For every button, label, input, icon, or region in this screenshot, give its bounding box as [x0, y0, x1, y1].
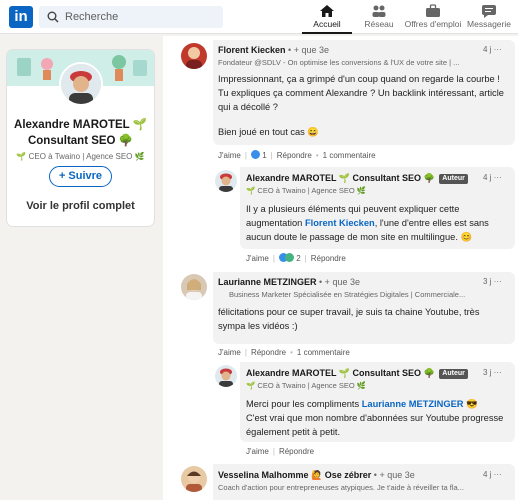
reply-comment: Alexandre MAROTEL 🌱 Consultant SEO 🌳 Aut… — [163, 164, 518, 269]
profile-avatar[interactable] — [59, 62, 103, 106]
profile-headline: 🌱 CEO à Twaino | Agence SEO 🌿 — [16, 152, 145, 161]
network-icon — [372, 5, 386, 17]
linkedin-logo[interactable]: in — [9, 6, 33, 28]
replies-count[interactable]: 1 commentaire — [297, 348, 350, 357]
comment-text-2: Bien joué en tout cas 😄 — [218, 127, 319, 137]
author-avatar[interactable] — [215, 170, 237, 192]
follow-button[interactable]: + Suivre — [49, 166, 112, 187]
comment-actions: J'aime | 2 | Répondre — [246, 253, 346, 263]
reply-button[interactable]: Répondre — [277, 151, 312, 160]
commenter-name[interactable]: Alexandre MAROTEL 🌱 Consultant SEO 🌳 Aut… — [246, 173, 468, 184]
time-text: 4 j — [483, 45, 492, 54]
author-badge: Auteur — [439, 174, 468, 184]
search-input[interactable]: Recherche — [39, 6, 223, 28]
comment-time: 4 j ··· — [483, 470, 502, 479]
comment-time: 3 j ··· — [483, 368, 502, 377]
comment-text: félicitations pour ce super travail, je … — [218, 307, 480, 331]
comment-text: Impressionnant, ça a grimpé d'un coup qu… — [218, 74, 504, 112]
commenter-headline: Business Marketer Spécialisée en Stratég… — [229, 290, 466, 299]
time-text: 3 j — [483, 368, 492, 377]
nav-network-label: Réseau — [364, 19, 394, 29]
messaging-icon — [482, 5, 496, 18]
comment-text: Merci pour les compliments Laurianne MET… — [246, 397, 511, 411]
commenter-name-text: Laurianne METZINGER — [218, 277, 317, 287]
nav-messaging[interactable]: Messagerie — [464, 0, 514, 34]
time-text: 4 j — [483, 173, 492, 182]
view-full-profile-link[interactable]: Voir le profil complet — [7, 200, 154, 212]
commenter-name[interactable]: Laurianne METZINGER • + que 3e — [218, 277, 360, 287]
nav-home-label: Accueil — [313, 19, 341, 29]
commenter-name[interactable]: Florent Kiecken • + que 3e — [218, 45, 329, 55]
commenter-headline: 🌱 CEO à Twaino | Agence SEO 🌿 — [246, 186, 367, 195]
reaction-count[interactable]: 1 — [262, 151, 266, 160]
connection-degree: • + que 3e — [288, 45, 329, 55]
like-button[interactable]: J'aime — [246, 254, 269, 263]
comment: Vesselina Malhomme 🙋 Ose zébrer • + que … — [163, 461, 518, 500]
connection-degree: • + que 3e — [319, 277, 360, 287]
time-text: 4 j — [483, 470, 492, 479]
nav-home[interactable]: Accueil — [302, 0, 352, 34]
like-reaction-icon — [250, 150, 260, 159]
nav-messaging-label: Messagerie — [467, 19, 511, 29]
comment-text-2: C'est vrai que mon nombre d'abonnées sur… — [246, 413, 504, 437]
reply-button[interactable]: Répondre — [251, 348, 286, 357]
replies-count[interactable]: 1 commentaire — [323, 151, 376, 160]
nav-jobs-label: Offres d'emploi — [404, 19, 462, 29]
commenter-name[interactable]: Vesselina Malhomme 🙋 Ose zébrer • + que … — [218, 470, 415, 481]
comment-actions: J'aime | Répondre — [246, 447, 315, 456]
mention-link[interactable]: Laurianne METZINGER — [362, 399, 464, 409]
commenter-avatar[interactable] — [181, 274, 207, 300]
search-placeholder: Recherche — [65, 11, 119, 23]
comment-actions: J'aime | 1 | Répondre • 1 commentaire — [218, 150, 376, 160]
like-button[interactable]: J'aime — [246, 447, 269, 456]
reply-comment: Alexandre MAROTEL 🌱 Consultant SEO 🌳 Aut… — [163, 359, 518, 461]
comment-text-part: Merci pour les compliments — [246, 399, 362, 409]
connection-degree: • + que 3e — [373, 470, 415, 480]
author-badge: Auteur — [439, 369, 468, 379]
commenter-name[interactable]: Alexandre MAROTEL 🌱 Consultant SEO 🌳 Aut… — [246, 368, 468, 379]
profile-card: Alexandre MAROTEL 🌱 Consultant SEO 🌳 🌱 C… — [7, 50, 154, 226]
top-navigation-bar: in Recherche Accueil Réseau Offres d'emp… — [0, 0, 518, 34]
commenter-headline: Fondateur @SDLV - On optimise les conver… — [218, 58, 460, 67]
home-icon — [320, 5, 334, 17]
commenter-avatar[interactable] — [181, 43, 207, 69]
reply-button[interactable]: Répondre — [311, 254, 346, 263]
nav-network[interactable]: Réseau — [356, 0, 402, 34]
profile-name[interactable]: Alexandre MAROTEL 🌱 Consultant SEO 🌳 — [7, 117, 154, 149]
like-button[interactable]: J'aime — [218, 348, 241, 357]
reaction-count[interactable]: 2 — [296, 254, 300, 263]
search-icon — [47, 11, 59, 23]
commenter-headline: Coach d'action pour entrepreneuses atypi… — [218, 483, 464, 492]
nav-jobs[interactable]: Offres d'emploi — [404, 0, 462, 34]
comments-feed: Florent Kiecken • + que 3e 4 j ··· Fonda… — [163, 36, 518, 500]
comment-time: 4 j ··· — [483, 45, 502, 54]
time-text: 3 j — [483, 277, 492, 286]
comment-text: Il y a plusieurs éléments qui peuvent ex… — [246, 202, 511, 244]
commenter-avatar[interactable] — [181, 466, 207, 492]
comment: Laurianne METZINGER • + que 3e 3 j ··· B… — [163, 269, 518, 359]
briefcase-icon — [426, 4, 440, 17]
author-avatar[interactable] — [215, 365, 237, 387]
like-button[interactable]: J'aime — [218, 151, 241, 160]
commenter-name-text: Vesselina Malhomme 🙋 Ose zébrer — [218, 470, 372, 480]
commenter-name-text: Alexandre MAROTEL 🌱 Consultant SEO 🌳 — [246, 368, 435, 378]
mention-link[interactable]: Florent Kiecken — [305, 218, 375, 228]
comment-text-part: 😎 — [463, 399, 478, 409]
commenter-name-text: Alexandre MAROTEL 🌱 Consultant SEO 🌳 — [246, 173, 435, 183]
clap-reaction-icon — [284, 253, 294, 262]
comment: Florent Kiecken • + que 3e 4 j ··· Fonda… — [163, 36, 518, 164]
commenter-name-text: Florent Kiecken — [218, 45, 286, 55]
comment-time: 4 j ··· — [483, 173, 502, 182]
commenter-headline: 🌱 CEO à Twaino | Agence SEO 🌿 — [246, 381, 367, 390]
reply-button[interactable]: Répondre — [279, 447, 314, 456]
comment-time: 3 j ··· — [483, 277, 502, 286]
comment-actions: J'aime | Répondre • 1 commentaire — [218, 348, 350, 357]
